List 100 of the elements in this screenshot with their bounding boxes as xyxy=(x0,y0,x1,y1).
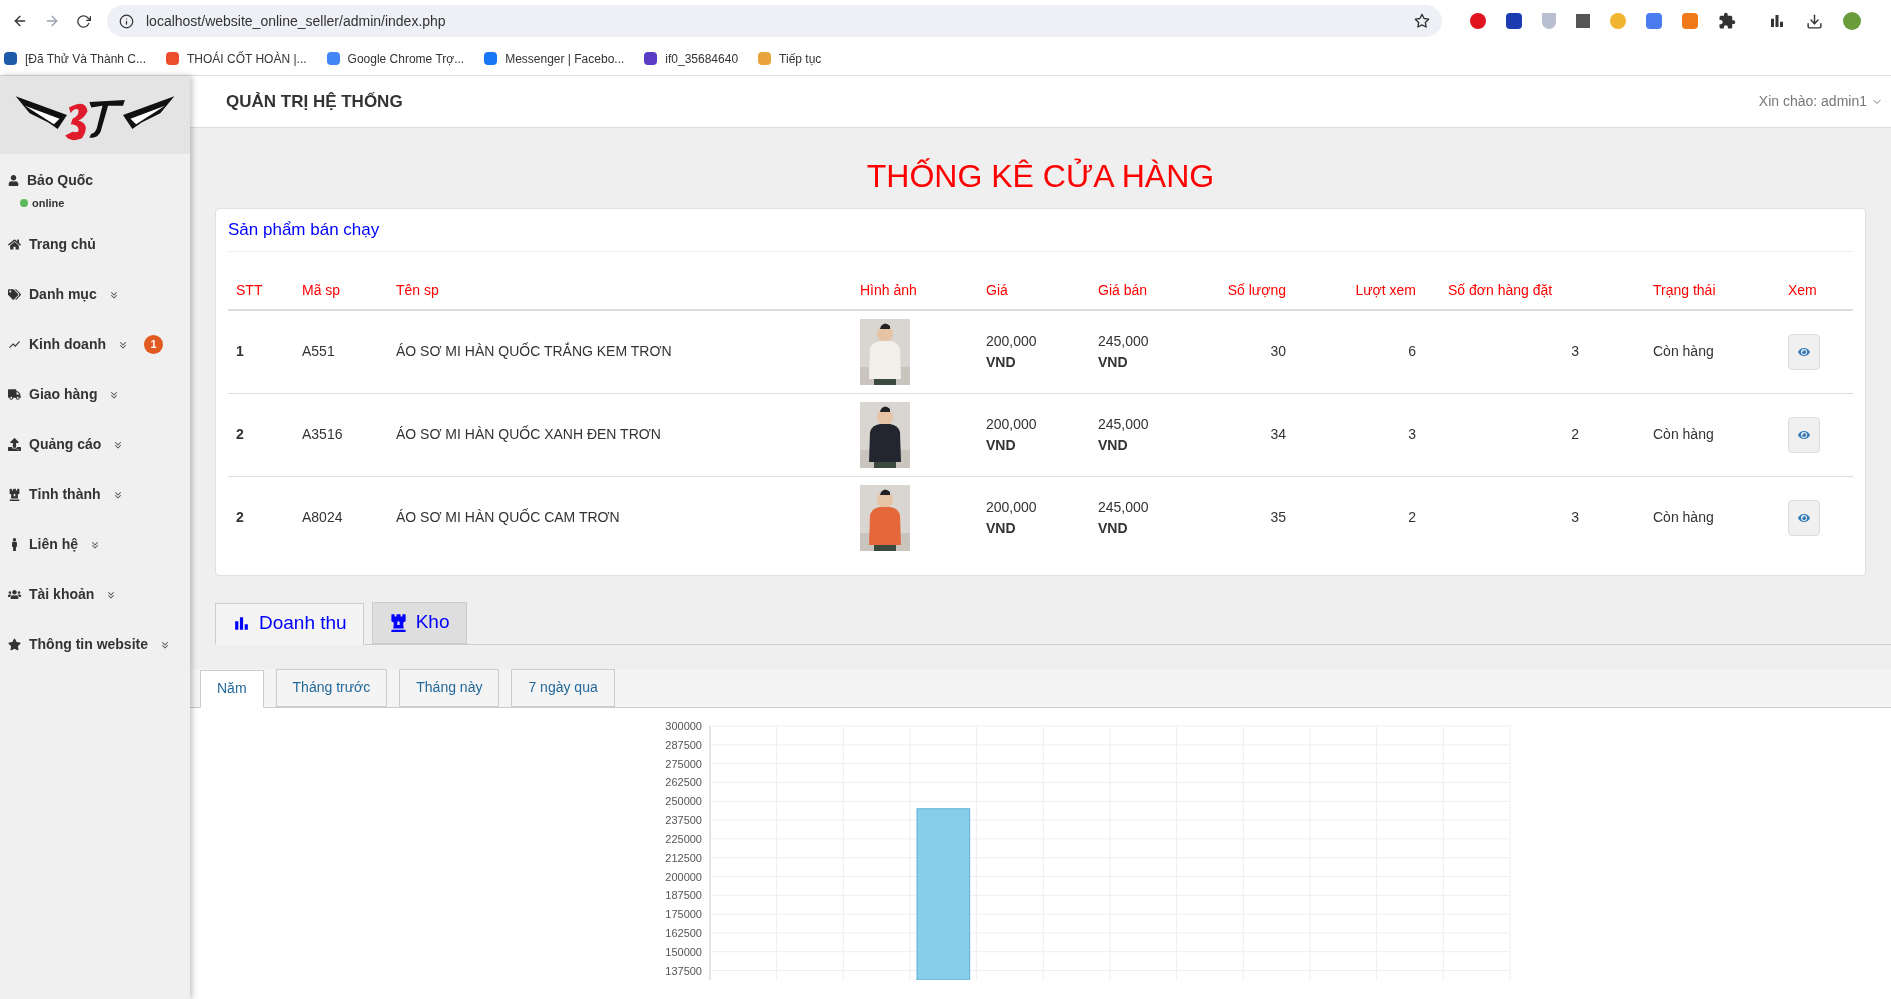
column-header: Trạng thái xyxy=(1645,271,1780,310)
axis-tick-label: 200000 xyxy=(665,870,702,882)
table-cell: 3 xyxy=(1310,393,1440,476)
column-header: Giá xyxy=(978,271,1090,310)
home-icon xyxy=(8,238,21,251)
table-cell: 3 xyxy=(1440,309,1645,393)
table-cell: ÁO SƠ MI HÀN QUỐC TRẮNG KEM TRƠN xyxy=(388,309,852,393)
user-icon xyxy=(8,175,19,186)
period-tab[interactable]: Năm xyxy=(200,669,264,708)
sidebar-item[interactable]: Trang chủ xyxy=(0,219,190,270)
column-header: Hình ảnh xyxy=(852,271,978,310)
line-chart-icon xyxy=(8,338,21,351)
media-icon[interactable] xyxy=(1768,12,1786,30)
sidebar-item[interactable]: Thông tin website xyxy=(0,619,190,670)
bookmark-link[interactable]: THOÁI CỐT HOÀN |... xyxy=(166,49,307,68)
card-title: Sản phẩm bán chạy xyxy=(228,209,1853,252)
download-icon[interactable] xyxy=(1806,12,1823,30)
eye-icon xyxy=(1798,428,1810,441)
period-tab[interactable]: Tháng này xyxy=(399,668,500,707)
column-header: Số đơn hàng đặt xyxy=(1440,271,1645,310)
column-header: Xem xyxy=(1780,271,1853,310)
double-chevron-icon xyxy=(160,639,170,650)
column-header: STT xyxy=(228,271,294,310)
column-header: Tên sp xyxy=(388,271,852,310)
column-header: Giá bán xyxy=(1090,271,1190,310)
double-chevron-icon xyxy=(108,289,119,300)
tab[interactable]: Doanh thu xyxy=(215,602,364,645)
table-cell: 34 xyxy=(1190,393,1310,476)
bookmark-link[interactable]: if0_35684640 xyxy=(644,49,739,68)
period-tab[interactable]: Tháng trước xyxy=(275,668,388,707)
double-chevron-icon xyxy=(113,439,124,450)
view-button[interactable] xyxy=(1788,499,1820,536)
eye-icon xyxy=(1798,345,1810,358)
currency-label: VND xyxy=(1098,435,1129,455)
address-bar[interactable]: localhost/website_online_seller/admin/index.php xyxy=(107,5,1442,37)
bookmark-star-icon[interactable] xyxy=(1414,13,1430,29)
table-cell: Còn hàng xyxy=(1645,309,1780,393)
axis-tick-label: 175000 xyxy=(665,907,702,920)
user-menu[interactable]: Xin chào: admin1 xyxy=(1758,91,1883,112)
axis-tick-label: 237500 xyxy=(665,813,702,826)
info-icon xyxy=(119,13,134,29)
axis-tick-label: 275000 xyxy=(665,757,702,770)
back-icon[interactable] xyxy=(12,13,28,29)
axis-tick-label: 300000 xyxy=(665,719,702,732)
axis-tick-label: 150000 xyxy=(665,945,702,958)
table-cell: 2 xyxy=(228,393,294,476)
status-text: online xyxy=(32,196,65,211)
bookmark-link[interactable]: Google Chrome Trợ... xyxy=(326,49,465,68)
sidebar-item[interactable]: Kinh doanh 1 xyxy=(0,319,190,370)
translate-icon[interactable] xyxy=(1646,13,1662,29)
extension-icon[interactable] xyxy=(1470,13,1486,29)
user-name: Bảo Quốc xyxy=(27,171,94,190)
sidebar-item[interactable]: Danh mục xyxy=(0,269,190,320)
axis-tick-label: 287500 xyxy=(665,738,702,751)
eye-icon xyxy=(1798,511,1810,524)
table-cell: 6 xyxy=(1310,309,1440,393)
period-tab[interactable]: 7 ngày qua xyxy=(511,668,615,707)
view-button[interactable] xyxy=(1788,333,1820,370)
axis-tick-label: 162500 xyxy=(665,926,702,939)
column-header: Số lượng xyxy=(1190,271,1310,310)
bookmark-link[interactable]: Tiếp tục xyxy=(758,49,822,68)
users-icon xyxy=(8,588,21,601)
table-cell: 1 xyxy=(228,309,294,393)
bookmark-link[interactable]: Messenger | Facebo... xyxy=(484,49,625,68)
price-value: 245,000 xyxy=(1098,497,1150,517)
sidebar-item[interactable]: Quảng cáo xyxy=(0,419,190,470)
currency-label: VND xyxy=(986,435,1017,455)
puzzle-icon[interactable] xyxy=(1718,12,1736,30)
price-value: 200,000 xyxy=(986,414,1038,434)
star-icon xyxy=(8,638,21,651)
view-button[interactable] xyxy=(1788,416,1820,453)
table-cell: 30 xyxy=(1190,309,1310,393)
double-chevron-icon xyxy=(90,539,100,550)
avatar-icon[interactable] xyxy=(1843,12,1861,30)
table-cell: 2 xyxy=(1440,393,1645,476)
url-text: localhost/website_online_seller/admin/index.php xyxy=(146,11,447,31)
currency-label: VND xyxy=(986,352,1017,372)
table-cell: 35 xyxy=(1190,476,1310,559)
upload-icon xyxy=(8,438,21,451)
forward-icon[interactable] xyxy=(44,13,60,29)
price-value: 200,000 xyxy=(986,497,1038,517)
tab[interactable]: Kho xyxy=(371,601,467,644)
table-cell: A3516 xyxy=(294,393,388,476)
table-cell: A551 xyxy=(294,309,388,393)
bookmark-link[interactable]: [Đã Thử Và Thành C... xyxy=(4,49,146,68)
column-header: Mã sp xyxy=(294,271,388,310)
sidebar-item[interactable]: Tỉnh thành xyxy=(0,469,190,520)
sidebar-item[interactable]: Giao hàng xyxy=(0,369,190,420)
reload-icon[interactable] xyxy=(76,13,91,29)
sidebar-item[interactable]: Liên hệ xyxy=(0,519,190,570)
axis-tick-label: 250000 xyxy=(665,794,702,807)
double-chevron-icon xyxy=(118,339,128,350)
axis-tick-label: 225000 xyxy=(665,832,702,845)
table-cell: A8024 xyxy=(294,476,388,559)
sidebar-item[interactable]: Tài khoản xyxy=(0,569,190,620)
header-title: QUẢN TRỊ HỆ THỐNG xyxy=(226,90,403,113)
table-cell: ÁO SƠ MI HÀN QUỐC CAM TRƠN xyxy=(388,476,852,559)
double-chevron-icon xyxy=(112,489,123,500)
extension-icon[interactable] xyxy=(1506,13,1522,29)
price-value: 245,000 xyxy=(1098,414,1150,434)
